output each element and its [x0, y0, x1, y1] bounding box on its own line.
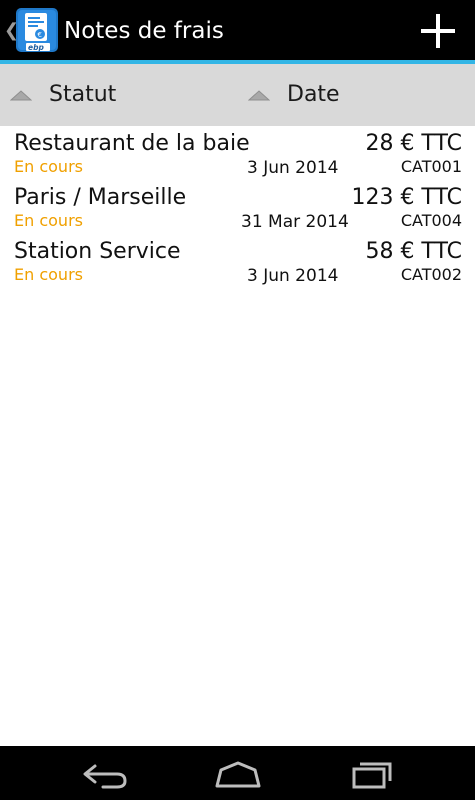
sort-by-date-button[interactable]: Date: [238, 64, 475, 126]
back-icon[interactable]: [65, 754, 145, 794]
svg-text:ebp: ebp: [28, 43, 44, 52]
expense-category: CAT004: [400, 211, 462, 230]
sort-bar: Statut Date: [0, 64, 475, 126]
expense-date: 31 Mar 2014: [241, 212, 349, 232]
svg-text:€: €: [38, 31, 42, 39]
expense-category: CAT001: [400, 157, 462, 176]
home-icon[interactable]: [198, 754, 278, 794]
sort-triangle-icon: [10, 90, 32, 101]
sort-triangle-icon: [248, 90, 270, 101]
sort-label-status: Statut: [49, 82, 117, 107]
expense-title: Restaurant de la baie: [14, 131, 250, 156]
expense-date: 3 Jun 2014: [247, 158, 339, 178]
system-navigation-bar: [0, 746, 475, 800]
sort-by-status-button[interactable]: Statut: [0, 64, 238, 126]
sort-label-date: Date: [287, 82, 340, 107]
plus-icon[interactable]: [410, 6, 466, 56]
expense-row[interactable]: Restaurant de la baie 28 € TTC En cours …: [0, 126, 475, 180]
expense-row[interactable]: Station Service 58 € TTC En cours 3 Jun …: [0, 234, 475, 288]
recent-apps-icon[interactable]: [332, 754, 412, 794]
page-title: Notes de frais: [64, 18, 224, 44]
expense-amount: 123 € TTC: [351, 185, 462, 210]
expense-list: Restaurant de la baie 28 € TTC En cours …: [0, 126, 475, 288]
action-bar: ❮ € ebp Notes de frais: [0, 0, 475, 60]
expense-category: CAT002: [400, 265, 462, 284]
expense-status: En cours: [14, 157, 83, 176]
ebp-expense-icon: € ebp: [16, 8, 58, 52]
expense-title: Paris / Marseille: [14, 185, 187, 210]
expense-date: 3 Jun 2014: [247, 266, 339, 286]
expense-amount: 28 € TTC: [365, 131, 462, 156]
expense-status: En cours: [14, 211, 83, 230]
expense-amount: 58 € TTC: [365, 239, 462, 264]
expense-status: En cours: [14, 265, 83, 284]
expense-row[interactable]: Paris / Marseille 123 € TTC En cours 31 …: [0, 180, 475, 234]
up-navigation-button[interactable]: ❮ € ebp: [0, 0, 62, 60]
expense-title: Station Service: [14, 239, 181, 264]
